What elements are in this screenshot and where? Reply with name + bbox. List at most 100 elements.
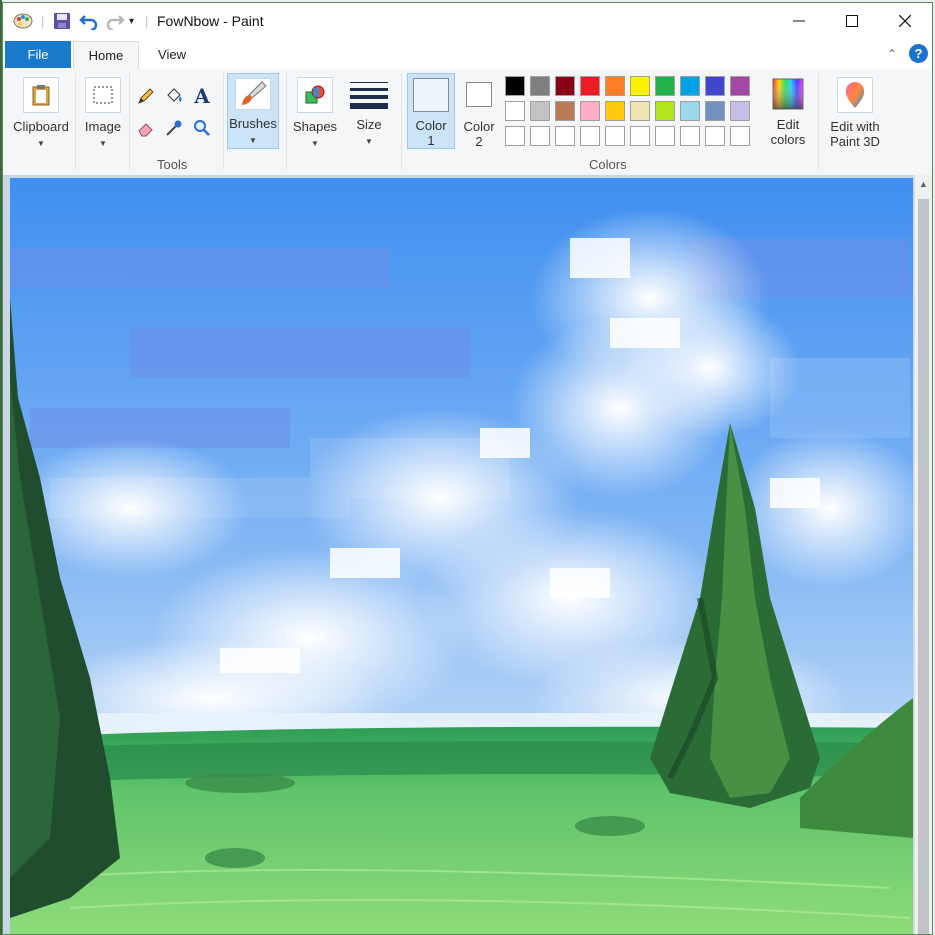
collapse-ribbon-icon[interactable]: ⌃ <box>887 47 897 61</box>
color-swatch[interactable] <box>655 126 675 146</box>
color1-button[interactable]: Color 1 <box>407 73 455 149</box>
brush-icon <box>235 78 271 110</box>
paint-app-icon[interactable] <box>13 11 33 31</box>
color-swatch[interactable] <box>705 76 725 96</box>
title-separator-2: | <box>145 13 149 29</box>
image-button[interactable]: Image ▼ <box>79 73 127 171</box>
brushes-label: Brushes <box>229 116 277 131</box>
fill-icon[interactable] <box>163 85 185 107</box>
paint3d-label-line1: Edit with <box>830 119 880 134</box>
group-separator <box>401 73 402 169</box>
color-swatch[interactable] <box>605 126 625 146</box>
maximize-icon[interactable] <box>829 3 875 39</box>
drawing-canvas[interactable] <box>10 178 913 934</box>
color-swatch[interactable] <box>580 126 600 146</box>
color-swatch[interactable] <box>655 101 675 121</box>
chevron-down-icon: ▼ <box>311 139 319 148</box>
color2-label-line2: 2 <box>475 134 483 149</box>
chevron-down-icon: ▼ <box>365 137 373 146</box>
ribbon-tabs: File Home View ⌃ ? <box>3 39 932 70</box>
canvas-workspace: ▲ <box>3 175 932 934</box>
tab-home[interactable]: Home <box>73 41 139 69</box>
color-swatch[interactable] <box>580 76 600 96</box>
landscape-painting <box>10 178 913 934</box>
color-swatch[interactable] <box>605 101 625 121</box>
color-swatch[interactable] <box>555 126 575 146</box>
ribbon: Clipboard ▼ Image ▼ A Tools Brushes ▼ Sh… <box>3 69 932 176</box>
scroll-up-arrow-icon[interactable]: ▲ <box>915 175 932 193</box>
edit-colors-button[interactable]: Edit colors <box>765 73 811 153</box>
chevron-down-icon: ▼ <box>99 139 107 148</box>
color-swatch[interactable] <box>705 101 725 121</box>
minimize-icon[interactable] <box>776 3 822 39</box>
color-swatch[interactable] <box>730 101 750 121</box>
color-swatch[interactable] <box>630 126 650 146</box>
paint3d-icon <box>837 77 873 113</box>
color-swatch[interactable] <box>705 126 725 146</box>
chevron-down-icon: ▼ <box>249 136 257 145</box>
color-swatch[interactable] <box>505 126 525 146</box>
select-icon <box>85 77 121 113</box>
color-swatch[interactable] <box>605 76 625 96</box>
group-separator <box>818 73 819 169</box>
color-picker-icon[interactable] <box>163 117 185 139</box>
customize-quick-access-icon[interactable]: ▾ <box>129 11 134 31</box>
shapes-icon <box>297 77 333 113</box>
color2-button[interactable]: Color 2 <box>459 73 499 149</box>
color-swatch[interactable] <box>655 76 675 96</box>
color1-label-line1: Color <box>415 118 447 133</box>
undo-icon[interactable] <box>79 11 99 31</box>
color-swatch[interactable] <box>580 101 600 121</box>
color-swatch[interactable] <box>530 126 550 146</box>
paint3d-label-line2: Paint 3D <box>830 134 880 149</box>
clipboard-button[interactable]: Clipboard ▼ <box>9 73 73 171</box>
group-separator <box>286 73 287 169</box>
colors-group-label: Colors <box>589 157 627 172</box>
color-swatch[interactable] <box>730 126 750 146</box>
help-icon[interactable]: ? <box>909 44 928 63</box>
group-separator <box>129 73 130 169</box>
text-icon[interactable]: A <box>191 84 213 108</box>
color-swatch[interactable] <box>530 76 550 96</box>
close-icon[interactable] <box>882 3 928 39</box>
clipboard-label: Clipboard <box>13 119 69 134</box>
brushes-button[interactable]: Brushes ▼ <box>227 73 279 149</box>
tab-view[interactable]: View <box>143 41 201 68</box>
shapes-label: Shapes <box>292 119 338 134</box>
color-swatch[interactable] <box>680 101 700 121</box>
scrollbar-thumb[interactable] <box>918 199 929 934</box>
group-separator <box>75 73 76 169</box>
shapes-button[interactable]: Shapes ▼ <box>291 73 339 171</box>
eraser-icon[interactable] <box>135 117 157 139</box>
edit-with-paint3d-button[interactable]: Edit with Paint 3D <box>823 73 887 153</box>
color-swatch[interactable] <box>630 76 650 96</box>
color-swatch[interactable] <box>505 101 525 121</box>
window-title: FowNbow - Paint <box>157 13 264 29</box>
color-swatch[interactable] <box>555 76 575 96</box>
clipboard-icon <box>23 77 59 113</box>
color-swatch[interactable] <box>530 101 550 121</box>
pencil-icon[interactable] <box>135 85 157 107</box>
tab-file[interactable]: File <box>5 41 71 68</box>
magnifier-icon[interactable] <box>191 117 213 139</box>
vertical-scrollbar[interactable]: ▲ <box>914 175 932 934</box>
edit-colors-label-line2: colors <box>770 132 806 147</box>
chevron-down-icon: ▼ <box>37 139 45 148</box>
color-swatch[interactable] <box>680 126 700 146</box>
edit-colors-icon <box>771 77 805 111</box>
size-label: Size <box>356 117 382 132</box>
image-label: Image <box>84 119 122 134</box>
color1-swatch <box>413 78 449 112</box>
size-icon <box>349 77 389 111</box>
color-swatch[interactable] <box>680 76 700 96</box>
color-swatch[interactable] <box>730 76 750 96</box>
color2-label-line1: Color <box>463 119 495 134</box>
edit-colors-label-line1: Edit <box>776 117 800 132</box>
color-swatch[interactable] <box>555 101 575 121</box>
redo-icon[interactable] <box>105 11 125 31</box>
save-icon[interactable] <box>53 11 71 31</box>
size-button[interactable]: Size ▼ <box>343 73 395 171</box>
color-swatch[interactable] <box>630 101 650 121</box>
color-swatch[interactable] <box>505 76 525 96</box>
paint-window: | ▾ | FowNbow - Paint File Home View ⌃ ?… <box>2 2 933 935</box>
